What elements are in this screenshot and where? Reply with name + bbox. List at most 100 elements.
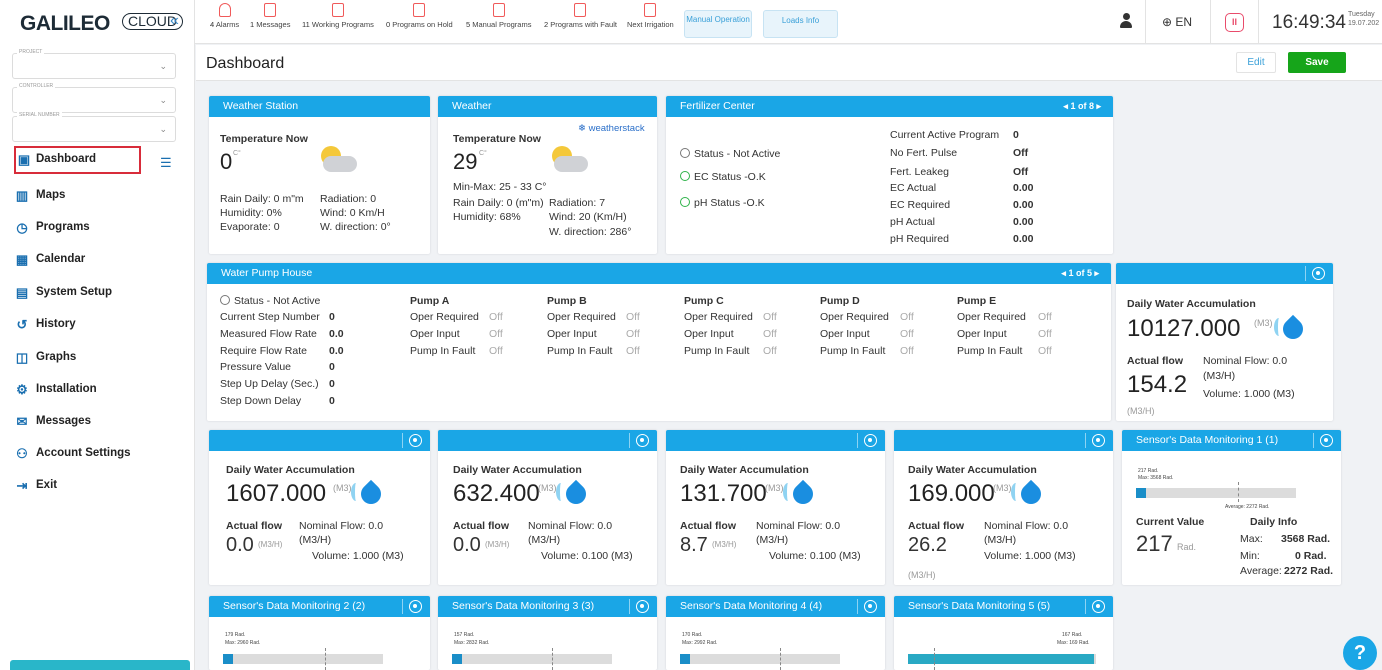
- controller-select[interactable]: CONTROLLER ⌄: [12, 83, 176, 113]
- fert-row-value: 0.00: [1013, 216, 1034, 228]
- message-icon: [264, 3, 277, 17]
- fert-row-value: 0.00: [1013, 182, 1034, 194]
- fertilizer-pager[interactable]: ◂ 1 of 8 ▸: [1063, 101, 1101, 112]
- sidebar-item-calendar[interactable]: ▦ Calendar: [14, 246, 174, 274]
- sidebar-item-dashboard[interactable]: ▣ Dashboard: [14, 146, 141, 174]
- sidebar-item-exit[interactable]: ⇥ Exit: [14, 472, 174, 500]
- oper-input-value: Off: [1038, 328, 1052, 340]
- oper-required-value: Off: [489, 311, 503, 323]
- pump-fault-label: Pump In Fault: [410, 345, 476, 357]
- card-header: Sensor's Data Monitoring 3 (3): [438, 596, 657, 617]
- temp-label: Temperature Now: [220, 133, 308, 145]
- pump-fault-label: Pump In Fault: [820, 345, 886, 357]
- pump-row-label: Measured Flow Rate: [220, 328, 317, 340]
- oper-input-label: Oper Input: [547, 328, 597, 340]
- oper-required-label: Oper Required: [547, 311, 616, 323]
- next-irrigation-stat[interactable]: Next Irrigation: [627, 3, 674, 29]
- actual-flow-label: Actual flow: [680, 520, 737, 532]
- manual-programs-stat[interactable]: 5 Manual Programs: [466, 3, 531, 29]
- programs-on-hold-stat[interactable]: 0 Programs on Hold: [386, 3, 453, 29]
- pump-row-value: 0: [329, 361, 335, 373]
- humidity: Humidity: 0%: [220, 207, 282, 219]
- programs-with-fault-stat[interactable]: 2 Programs with Fault: [544, 3, 617, 29]
- sensor-bar-fill: [452, 654, 462, 664]
- pump-name: Pump B: [547, 295, 587, 307]
- average-marker: [552, 648, 553, 670]
- actual-flow-label: Actual flow: [1127, 355, 1184, 367]
- project-select[interactable]: PROJECT ⌄: [12, 49, 176, 79]
- bell-icon: [218, 3, 231, 17]
- sidebar-item-account-settings[interactable]: ⚇ Account Settings: [14, 440, 174, 468]
- sensor-small-value: 179 Rad.: [225, 632, 246, 638]
- manual-operation-button[interactable]: Manual Operation: [684, 10, 752, 38]
- program-icon: [492, 3, 505, 17]
- collapse-sidebar-icon[interactable]: «: [170, 12, 179, 30]
- water-meter-card: Daily Water Accumulation 1607.000 (M3) A…: [209, 430, 430, 585]
- sensor-small-max: Max: 3568 Rad.: [1138, 475, 1174, 481]
- sidebar-item-installation[interactable]: ⚙ Installation: [14, 376, 174, 404]
- actual-flow-label: Actual flow: [908, 520, 965, 532]
- edit-button[interactable]: Edit: [1236, 52, 1276, 73]
- sensor-bar: [908, 654, 1096, 664]
- water-drop-icon: [1278, 314, 1308, 344]
- temp-label: Temperature Now: [453, 133, 541, 145]
- nominal-unit: (M3/H): [528, 534, 561, 546]
- card-header: Weather Station: [209, 96, 430, 117]
- average-label: Average:: [1240, 565, 1282, 577]
- gear-icon[interactable]: [1092, 600, 1105, 613]
- gear-icon[interactable]: [636, 434, 649, 447]
- max-label: Max:: [1240, 533, 1263, 545]
- help-button[interactable]: ?: [1343, 636, 1377, 670]
- gear-icon[interactable]: [409, 600, 422, 613]
- sidebar-item-programs[interactable]: ◷ Programs: [14, 214, 174, 242]
- working-programs-stat[interactable]: 11 Working Programs: [302, 3, 374, 29]
- oper-required-value: Off: [900, 311, 914, 323]
- pump-fault-label: Pump In Fault: [547, 345, 613, 357]
- water-drop-icon: [356, 479, 386, 509]
- sensor-small-max: Max: 2992 Rad.: [682, 640, 718, 646]
- loads-info-button[interactable]: Loads Info: [763, 10, 838, 38]
- fertilizer-center-card: Fertilizer Center ◂ 1 of 8 ▸ Status - No…: [666, 96, 1113, 254]
- gear-icon[interactable]: [636, 600, 649, 613]
- gear-icon[interactable]: [409, 434, 422, 447]
- alarms-stat[interactable]: 4 Alarms: [210, 3, 239, 29]
- pump-pager[interactable]: ◂ 1 of 5 ▸: [1061, 268, 1099, 279]
- actual-flow-value: 0.0: [453, 534, 481, 556]
- nominal-unit: (M3/H): [1203, 370, 1236, 382]
- gear-icon[interactable]: [1320, 434, 1333, 447]
- sidebar-item-system-setup[interactable]: ▤ System Setup: [14, 279, 174, 307]
- nominal-unit: (M3/H): [299, 534, 332, 546]
- fert-row-label: Fert. Leakeg: [890, 166, 949, 178]
- ph-status: pH Status -O.K: [680, 197, 765, 209]
- wind-direction: W. direction: 286°: [549, 226, 632, 238]
- filter-icon[interactable]: ☰: [160, 155, 172, 171]
- messages-stat[interactable]: 1 Messages: [250, 3, 290, 29]
- sidebar-item-maps[interactable]: ▥ Maps: [14, 182, 174, 210]
- average-marker: [325, 648, 326, 670]
- sidebar-item-history[interactable]: ↺ History: [14, 311, 174, 339]
- user-icon[interactable]: [1120, 13, 1132, 29]
- sidebar-item-messages[interactable]: ✉ Messages: [14, 408, 174, 436]
- serial-number-select[interactable]: SERIAL NUMBER ⌄: [12, 112, 176, 142]
- volume: Volume: 0.100 (M3): [541, 550, 633, 562]
- save-button[interactable]: Save: [1288, 52, 1346, 73]
- oper-required-label: Oper Required: [820, 311, 889, 323]
- sidebar-item-graphs[interactable]: ◫ Graphs: [14, 344, 174, 372]
- pause-icon[interactable]: II: [1225, 13, 1244, 32]
- pump-fault-label: Pump In Fault: [684, 345, 750, 357]
- water-drop-icon: [783, 483, 793, 501]
- gear-icon[interactable]: [1092, 434, 1105, 447]
- language-selector[interactable]: ⊕ EN: [1162, 15, 1192, 29]
- flow-unit: (M3/H): [908, 570, 936, 580]
- fert-row-value: 0: [1013, 129, 1019, 141]
- pump-row-value: 0.0: [329, 345, 344, 357]
- gear-icon[interactable]: [864, 600, 877, 613]
- evaporate: Evaporate: 0: [220, 221, 280, 233]
- accum-unit: (M3): [765, 483, 784, 493]
- pump-row-value: 0: [329, 311, 335, 323]
- map-icon: ▥: [15, 188, 29, 203]
- gear-icon[interactable]: [1312, 267, 1325, 280]
- gear-icon[interactable]: [864, 434, 877, 447]
- topbar-divider: [1258, 0, 1259, 44]
- rain-daily: Rain Daily: 0 m"m: [220, 193, 304, 205]
